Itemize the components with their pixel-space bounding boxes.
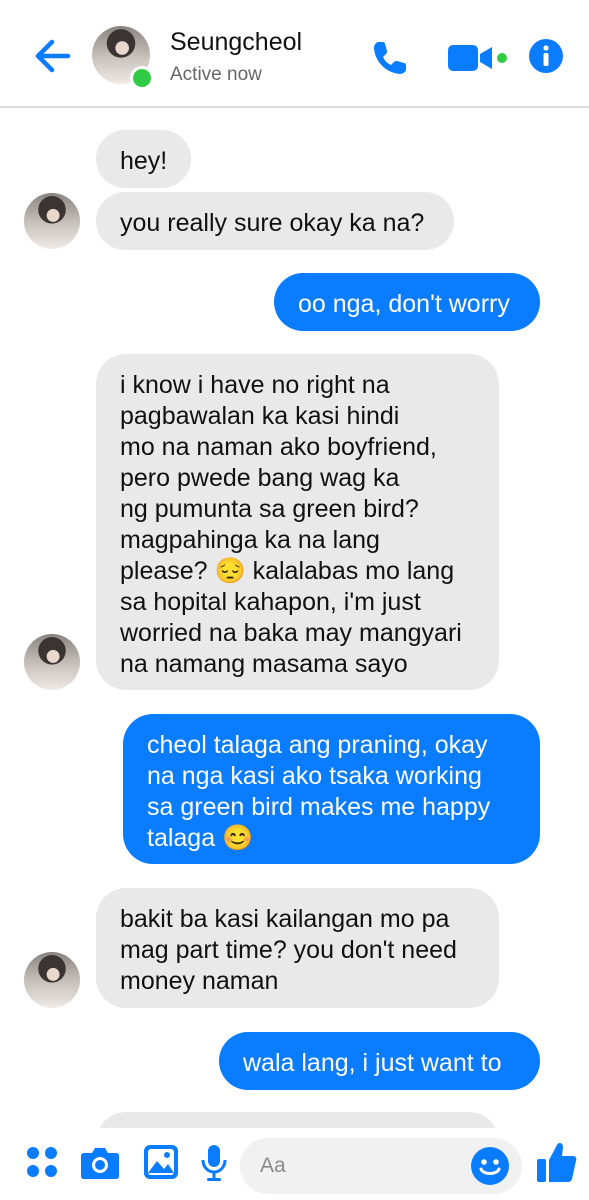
message-input[interactable]: Aa [240, 1138, 522, 1194]
contact-avatar-small [24, 634, 80, 690]
message-thread[interactable]: hey! you really sure okay ka na? oo nga,… [0, 108, 589, 1128]
message-composer: Aa [0, 1130, 589, 1200]
contact-avatar-small [24, 952, 80, 1008]
gallery-icon[interactable] [143, 1144, 179, 1180]
message-bubble-incoming[interactable]: bakit ba kasi kailangan mo pa mag part t… [96, 888, 499, 1008]
apps-grid-icon[interactable] [24, 1144, 60, 1180]
contact-name[interactable]: Seungcheol [170, 28, 302, 57]
microphone-icon[interactable] [200, 1144, 228, 1182]
contact-avatar-small [24, 193, 80, 249]
back-arrow-icon[interactable] [30, 36, 72, 76]
video-camera-icon[interactable] [446, 40, 510, 76]
info-icon[interactable] [528, 38, 564, 74]
message-input-placeholder: Aa [260, 1154, 286, 1177]
message-bubble-outgoing[interactable]: oo nga, don't worry [274, 273, 540, 331]
emoji-icon[interactable] [470, 1146, 510, 1186]
phone-icon[interactable] [370, 38, 410, 78]
message-bubble-incoming[interactable]: i know i have no right na pagbawalan ka … [96, 354, 499, 690]
message-bubble-incoming-partial[interactable] [96, 1112, 499, 1128]
camera-icon[interactable] [80, 1144, 120, 1180]
message-bubble-incoming[interactable]: hey! [96, 130, 191, 188]
online-indicator [130, 66, 154, 90]
message-bubble-outgoing[interactable]: cheol talaga ang praning, okay na nga ka… [123, 714, 540, 864]
message-bubble-incoming[interactable]: you really sure okay ka na? [96, 192, 454, 250]
chat-header: Seungcheol Active now [0, 0, 589, 108]
message-bubble-outgoing[interactable]: wala lang, i just want to [219, 1032, 540, 1090]
contact-status: Active now [170, 64, 262, 85]
thumbs-up-icon[interactable] [536, 1140, 578, 1184]
